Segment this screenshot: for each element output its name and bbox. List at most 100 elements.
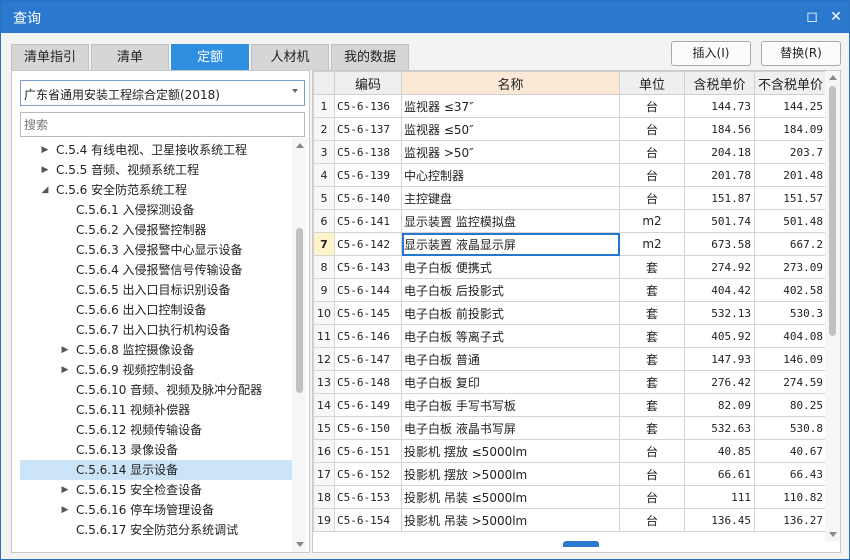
cell-tax-price[interactable]: 201.78 [684, 163, 755, 187]
cell-name[interactable]: 显示装置 监控模拟盘 [401, 209, 620, 233]
table-row[interactable]: 13 C5-6-148 电子白板 复印套 276.42 274.59 [313, 370, 827, 394]
row-number[interactable]: 15 [313, 416, 335, 440]
tree-item[interactable]: C.5.6.11 视频补偿器 [20, 400, 292, 420]
scroll-up-icon[interactable] [296, 143, 304, 148]
scrollbar-thumb[interactable] [296, 228, 303, 393]
tree-item[interactable]: C.5.6.2 入侵报警控制器 [20, 220, 292, 240]
tab-my-data[interactable]: 我的数据 [331, 44, 409, 70]
cell-tax-price[interactable]: 151.87 [684, 186, 755, 210]
cell-name[interactable]: 电子白板 普通 [401, 347, 620, 371]
tab-quota[interactable]: 定额 [171, 44, 249, 70]
row-number[interactable]: 16 [313, 439, 335, 463]
cell-code[interactable]: C5-6-138 [334, 140, 402, 164]
header-unit[interactable]: 单位 [619, 71, 685, 95]
cell-tax-price[interactable]: 136.45 [684, 508, 755, 532]
cell-tax-price[interactable]: 147.93 [684, 347, 755, 371]
cell-code[interactable]: C5-6-149 [334, 393, 402, 417]
table-row[interactable]: 6 C5-6-141 显示装置 监控模拟盘 m2 501.74 501.48 [313, 209, 827, 233]
header-name[interactable]: 名称 [401, 71, 620, 95]
cell-unit[interactable]: m2 [619, 232, 685, 256]
row-number[interactable]: 13 [313, 370, 335, 394]
title-bar[interactable]: 查询 ◻ ✕ [1, 1, 849, 33]
cell-code[interactable]: C5-6-144 [334, 278, 402, 302]
cell-tax-price[interactable]: 40.85 [684, 439, 755, 463]
tab-bill-guide[interactable]: 清单指引 [11, 44, 89, 70]
tree-item[interactable]: C.5.6.5 出入口目标识别设备 [20, 280, 292, 300]
tree-item[interactable]: C.5.6.1 入侵探测设备 [20, 200, 292, 220]
cell-unit[interactable]: 套 [619, 416, 685, 440]
row-number[interactable]: 6 [313, 209, 335, 233]
tree-expander-icon[interactable]: ▶ [60, 340, 70, 360]
replace-button[interactable]: 替换(R) [761, 41, 841, 66]
tab-bill[interactable]: 清单 [91, 44, 169, 70]
scroll-down-icon[interactable] [829, 532, 837, 537]
cell-tax-price[interactable]: 276.42 [684, 370, 755, 394]
tree-item[interactable]: C.5.6.13 录像设备 [20, 440, 292, 460]
tree-item[interactable]: C.5.6.3 入侵报警中心显示设备 [20, 240, 292, 260]
cell-tax-price[interactable]: 532.63 [684, 416, 755, 440]
cell-code[interactable]: C5-6-145 [334, 301, 402, 325]
cell-name[interactable]: 监视器 ≤50″ [401, 117, 620, 141]
cell-tax-price[interactable]: 204.18 [684, 140, 755, 164]
cell-code[interactable]: C5-6-137 [334, 117, 402, 141]
cell-unit[interactable]: 台 [619, 117, 685, 141]
row-number[interactable]: 12 [313, 347, 335, 371]
cell-name[interactable]: 监视器 ≤37″ [401, 94, 620, 118]
tree-expander-icon[interactable]: ▶ [60, 360, 70, 380]
cell-unit[interactable]: 套 [619, 347, 685, 371]
cell-unit[interactable]: 台 [619, 508, 685, 532]
tree-item[interactable]: ◢ C.5.6 安全防范系统工程 [20, 180, 292, 200]
cell-code[interactable]: C5-6-148 [334, 370, 402, 394]
cell-tax-price[interactable]: 82.09 [684, 393, 755, 417]
tree-item[interactable]: C.5.6.14 显示设备 [20, 460, 292, 480]
row-number[interactable]: 17 [313, 462, 335, 486]
cell-notax-price[interactable]: 146.09 [754, 347, 827, 371]
search-input[interactable] [20, 112, 305, 137]
row-number[interactable]: 5 [313, 186, 335, 210]
cell-code[interactable]: C5-6-154 [334, 508, 402, 532]
cell-notax-price[interactable]: 530.8 [754, 416, 827, 440]
table-row[interactable]: 12 C5-6-147 电子白板 普通套 147.93 146.09 [313, 347, 827, 371]
grid-scrollbar[interactable] [825, 71, 840, 541]
cell-code[interactable]: C5-6-140 [334, 186, 402, 210]
cell-name[interactable]: 电子白板 便携式 [401, 255, 620, 279]
table-row[interactable]: 3 C5-6-138 监视器 >50″ 台 204.18 203.7 [313, 140, 827, 164]
cell-tax-price[interactable]: 144.73 [684, 94, 755, 118]
cell-tax-price[interactable]: 404.42 [684, 278, 755, 302]
cell-unit[interactable]: 台 [619, 485, 685, 509]
tree-item[interactable]: ▶ C.5.6.9 视频控制设备 [20, 360, 292, 380]
cell-unit[interactable]: 台 [619, 94, 685, 118]
cell-name[interactable]: 电子白板 后投影式 [401, 278, 620, 302]
tree-expander-icon[interactable]: ▶ [60, 480, 70, 500]
cell-notax-price[interactable]: 530.3 [754, 301, 827, 325]
tree-item[interactable]: C.5.6.12 视频传输设备 [20, 420, 292, 440]
cell-code[interactable]: C5-6-153 [334, 485, 402, 509]
library-select[interactable]: 广东省通用安装工程综合定额(2018) [20, 80, 305, 106]
cell-name[interactable]: 电子白板 等离子式 [401, 324, 620, 348]
table-row[interactable]: 14 C5-6-149 电子白板 手写书写板套 82.09 80.25 [313, 393, 827, 417]
table-row[interactable]: 18 C5-6-153 投影机 吊装 ≤5000lm 台 111 110.82 [313, 485, 827, 509]
cell-name[interactable]: 电子白板 复印 [401, 370, 620, 394]
table-row[interactable]: 5 C5-6-140 主控键盘台 151.87 151.57 [313, 186, 827, 210]
row-number[interactable]: 4 [313, 163, 335, 187]
cell-unit[interactable]: 套 [619, 255, 685, 279]
row-number[interactable]: 19 [313, 508, 335, 532]
tree-item[interactable]: ▶ C.5.6.8 监控摄像设备 [20, 340, 292, 360]
cell-unit[interactable]: 台 [619, 186, 685, 210]
row-number[interactable]: 9 [313, 278, 335, 302]
row-number[interactable]: 10 [313, 301, 335, 325]
cell-notax-price[interactable]: 80.25 [754, 393, 827, 417]
cell-code[interactable]: C5-6-150 [334, 416, 402, 440]
cell-unit[interactable]: 套 [619, 324, 685, 348]
header-notax-price[interactable]: 不含税单价 [754, 71, 827, 95]
restore-icon[interactable]: ◻ [803, 8, 821, 26]
cell-notax-price[interactable]: 402.58 [754, 278, 827, 302]
cell-unit[interactable]: 台 [619, 140, 685, 164]
table-row[interactable]: 4 C5-6-139 中心控制器台 201.78 201.48 [313, 163, 827, 187]
cell-code[interactable]: C5-6-139 [334, 163, 402, 187]
cell-notax-price[interactable]: 404.08 [754, 324, 827, 348]
table-row[interactable]: 9 C5-6-144 电子白板 后投影式套 404.42 402.58 [313, 278, 827, 302]
row-number[interactable]: 2 [313, 117, 335, 141]
cell-code[interactable]: C5-6-136 [334, 94, 402, 118]
cell-unit[interactable]: 台 [619, 439, 685, 463]
